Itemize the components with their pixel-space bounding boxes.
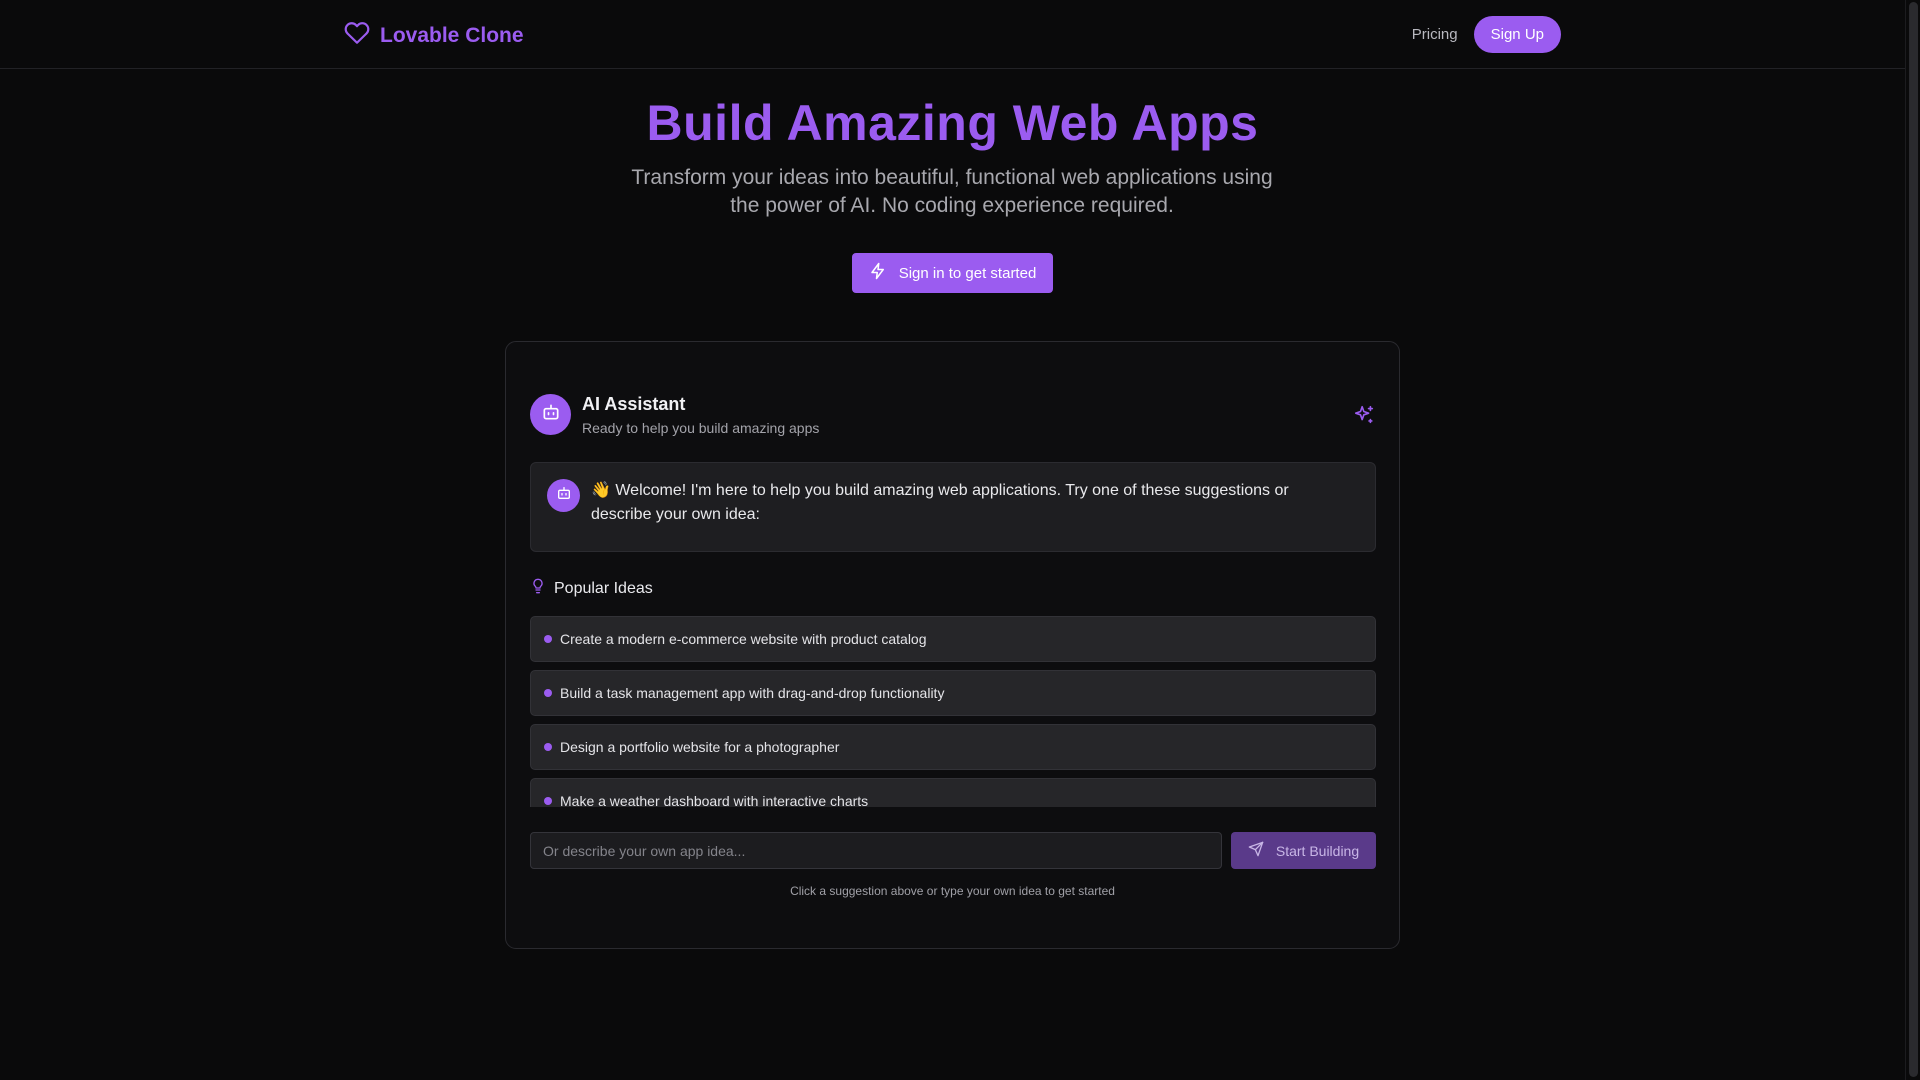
bullet-dot — [544, 743, 552, 751]
composer-hint: Click a suggestion above or type your ow… — [790, 884, 1115, 898]
sign-in-cta-button[interactable]: Sign in to get started — [852, 253, 1053, 293]
assistant-name: AI Assistant — [582, 394, 686, 414]
heart-icon — [344, 20, 370, 52]
pricing-link[interactable]: Pricing — [1412, 26, 1458, 43]
bot-icon — [556, 485, 572, 506]
bullet-dot — [544, 635, 552, 643]
bot-icon — [541, 402, 561, 427]
idea-label: Create a modern e-commerce website with … — [560, 631, 927, 647]
welcome-avatar — [547, 479, 580, 512]
assistant-avatar — [530, 394, 571, 435]
assistant-card: AI Assistant Ready to help you build ama… — [505, 341, 1400, 949]
idea-label: Make a weather dashboard with interactiv… — [560, 793, 869, 807]
bullet-dot — [544, 797, 552, 805]
hero-subtitle: Transform your ideas into beautiful, fun… — [631, 166, 1273, 217]
idea-suggestion[interactable]: Build a task management app with drag-an… — [530, 670, 1376, 716]
ideas-list[interactable]: Create a modern e-commerce website with … — [530, 616, 1376, 807]
app-idea-input[interactable] — [530, 832, 1222, 869]
start-building-label: Start Building — [1275, 842, 1360, 859]
idea-suggestion[interactable]: Design a portfolio website for a photogr… — [530, 724, 1376, 770]
popular-ideas-label: Popular Ideas — [554, 579, 653, 597]
idea-suggestion[interactable]: Make a weather dashboard with interactiv… — [530, 778, 1376, 807]
cta-label: Sign in to get started — [898, 264, 1037, 282]
logo-link[interactable]: Lovable Clone — [344, 20, 524, 52]
lightning-icon — [869, 262, 887, 284]
welcome-message: 👋 Welcome! I'm here to help you build am… — [530, 462, 1376, 552]
send-icon — [1248, 841, 1264, 860]
welcome-text: 👋 Welcome! I'm here to help you build am… — [591, 482, 1289, 523]
scrollbar-thumb[interactable] — [1909, 2, 1918, 1077]
nav-actions: Pricing Sign Up — [1412, 16, 1561, 53]
page-scrollbar[interactable] — [1905, 0, 1920, 1080]
hero-title: Build Amazing Web Apps — [646, 95, 1259, 151]
idea-suggestion[interactable]: Create a modern e-commerce website with … — [530, 616, 1376, 662]
sign-up-button[interactable]: Sign Up — [1473, 16, 1561, 53]
top-nav-bar: Lovable Clone Pricing Sign Up — [0, 0, 1905, 69]
assistant-status: Ready to help you build amazing apps — [582, 420, 820, 436]
idea-label: Design a portfolio website for a photogr… — [560, 739, 840, 755]
popular-ideas-header: Popular Ideas — [530, 578, 653, 599]
logo-text: Lovable Clone — [380, 24, 524, 47]
sparkles-icon — [1353, 404, 1375, 426]
bullet-dot — [544, 689, 552, 697]
idea-label: Build a task management app with drag-an… — [560, 685, 945, 701]
start-building-button[interactable]: Start Building — [1231, 832, 1376, 869]
lightbulb-icon — [530, 578, 546, 599]
